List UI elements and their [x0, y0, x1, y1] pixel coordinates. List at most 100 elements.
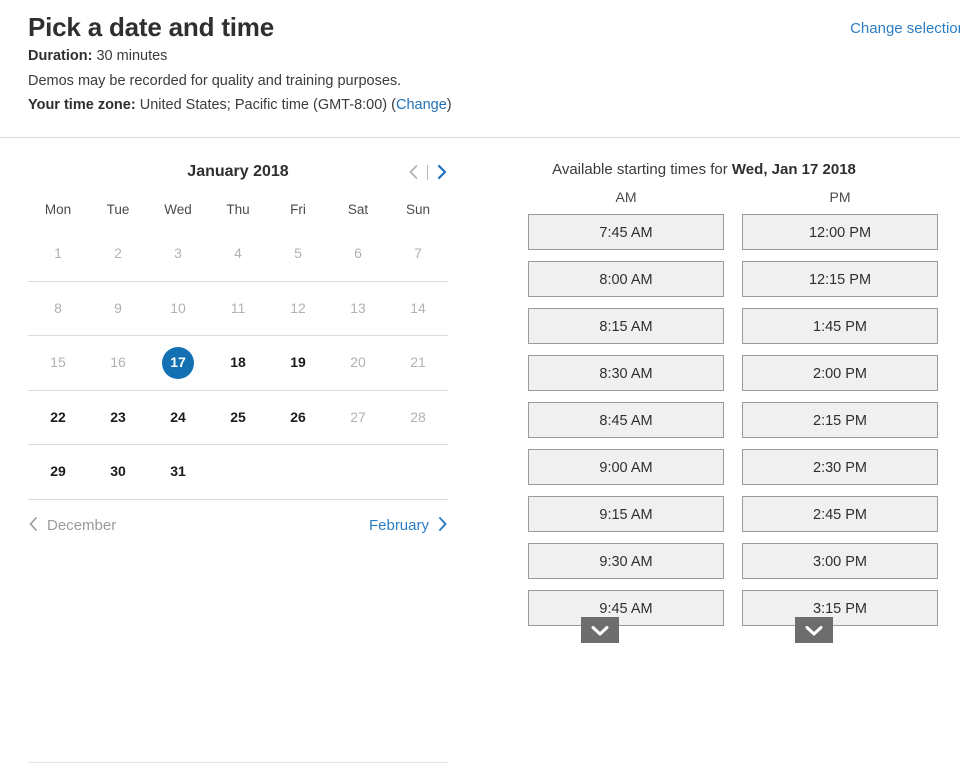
timezone-value: United States; Pacific time (GMT-8:00): [140, 97, 387, 113]
calendar-day: [268, 445, 328, 499]
page-header: Pick a date and time Duration: 30 minute…: [0, 0, 960, 118]
time-slot-button[interactable]: 3:15 PM: [742, 590, 938, 626]
calendar-day-selected[interactable]: 17: [148, 336, 208, 390]
calendar-day: 7: [388, 227, 448, 281]
calendar-day: 16: [88, 336, 148, 390]
calendar-day: 20: [328, 336, 388, 390]
calendar-day: 2: [88, 227, 148, 281]
calendar-day: [208, 445, 268, 499]
calendar-header: January 2018: [28, 152, 448, 192]
time-slot-button[interactable]: 2:15 PM: [742, 402, 938, 438]
calendar-day: 27: [328, 391, 388, 445]
calendar-day: 6: [328, 227, 388, 281]
calendar-day[interactable]: 22: [28, 391, 88, 445]
day-header: Thu: [208, 198, 268, 227]
calendar-day[interactable]: 24: [148, 391, 208, 445]
chevron-down-icon: [804, 624, 824, 637]
slot-list-am: 7:45 AM 8:00 AM 8:15 AM 8:30 AM 8:45 AM 9:00 …: [528, 214, 724, 626]
chevron-right-icon: [437, 516, 448, 536]
calendar-day: 11: [208, 282, 268, 336]
calendar-week-row: 22232425262728: [28, 390, 448, 445]
calendar-day[interactable]: 29: [28, 445, 88, 499]
timezone-line: Your time zone: United States; Pacific t…: [28, 93, 932, 118]
day-header: Sun: [388, 198, 448, 227]
next-month-button[interactable]: February: [369, 516, 448, 536]
calendar-week-row: 293031: [28, 444, 448, 499]
page-title: Pick a date and time: [28, 10, 932, 44]
calendar-day[interactable]: 18: [208, 336, 268, 390]
time-slot-button[interactable]: 9:00 AM: [528, 449, 724, 485]
day-header: Sat: [328, 198, 388, 227]
slot-list-pm: 12:00 PM 12:15 PM 1:45 PM 2:00 PM 2:15 PM 2:3…: [742, 214, 938, 626]
day-header: Fri: [268, 198, 328, 227]
times-columns: AM 7:45 AM 8:00 AM 8:15 AM 8:30 AM 8:45 AM 9:…: [470, 189, 960, 637]
day-header: Mon: [28, 198, 88, 227]
calendar-day: 1: [28, 227, 88, 281]
calendar-day: 9: [88, 282, 148, 336]
calendar-footer: December February: [28, 499, 448, 552]
calendar-day: 14: [388, 282, 448, 336]
calendar-day[interactable]: 26: [268, 391, 328, 445]
calendar-day: 8: [28, 282, 88, 336]
time-slot-button[interactable]: 9:15 AM: [528, 496, 724, 532]
times-column-am: AM 7:45 AM 8:00 AM 8:15 AM 8:30 AM 8:45 AM 9:…: [528, 189, 724, 637]
calendar-nav: [407, 163, 448, 181]
time-slot-button[interactable]: 12:00 PM: [742, 214, 938, 250]
calendar-day: 12: [268, 282, 328, 336]
calendar-day: 3: [148, 227, 208, 281]
time-slot-button[interactable]: 8:15 AM: [528, 308, 724, 344]
time-slot-button[interactable]: 2:45 PM: [742, 496, 938, 532]
calendar-day[interactable]: 31: [148, 445, 208, 499]
chevron-right-icon[interactable]: [435, 163, 448, 181]
calendar-panel: January 2018 Mon Tue Wed Thu Fri Sat Sun…: [28, 138, 448, 552]
chevron-left-icon[interactable]: [407, 163, 420, 181]
time-slot-button[interactable]: 12:15 PM: [742, 261, 938, 297]
calendar-day: 21: [388, 336, 448, 390]
times-panel: Available starting times for Wed, Jan 17…: [470, 138, 960, 643]
main-content: January 2018 Mon Tue Wed Thu Fri Sat Sun…: [0, 138, 960, 643]
nav-separator: [427, 165, 428, 180]
calendar-day: [388, 445, 448, 499]
time-slot-button[interactable]: 8:45 AM: [528, 402, 724, 438]
time-slot-button[interactable]: 9:45 AM: [528, 590, 724, 626]
prev-month-button[interactable]: December: [28, 516, 116, 536]
time-slot-button[interactable]: 2:00 PM: [742, 355, 938, 391]
next-month-label: February: [369, 517, 429, 534]
timezone-change-link[interactable]: Change: [396, 97, 447, 113]
duration-label: Duration:: [28, 48, 92, 64]
duration-line: Duration: 30 minutes: [28, 44, 932, 69]
duration-value: 30 minutes: [96, 48, 167, 64]
calendar-day: 5: [268, 227, 328, 281]
timezone-label: Your time zone:: [28, 97, 136, 113]
time-slot-button[interactable]: 9:30 AM: [528, 543, 724, 579]
time-slot-button[interactable]: 3:00 PM: [742, 543, 938, 579]
calendar-day: [328, 445, 388, 499]
scroll-down-button-am[interactable]: [581, 617, 619, 643]
calendar-grid: 1234567891011121314151617181920212223242…: [28, 227, 448, 499]
calendar-day[interactable]: 23: [88, 391, 148, 445]
calendar-day: 4: [208, 227, 268, 281]
column-label-am: AM: [528, 189, 724, 214]
chevron-left-icon: [28, 516, 39, 536]
calendar-day[interactable]: 30: [88, 445, 148, 499]
calendar-day[interactable]: 19: [268, 336, 328, 390]
times-column-pm: PM 12:00 PM12:15 PM1:45 PM2:00 PM2:15 PM…: [742, 189, 938, 637]
prev-month-label: December: [47, 517, 116, 534]
change-selection-link[interactable]: Change selection: [850, 20, 960, 37]
calendar-day[interactable]: 25: [208, 391, 268, 445]
time-slot-button[interactable]: 8:00 AM: [528, 261, 724, 297]
time-slot-button[interactable]: 8:30 AM: [528, 355, 724, 391]
calendar-week-row: 1516 17 18192021: [28, 335, 448, 390]
calendar-month-title: January 2018: [187, 163, 288, 181]
time-slot-button[interactable]: 1:45 PM: [742, 308, 938, 344]
time-slot-button[interactable]: 2:30 PM: [742, 449, 938, 485]
time-slot-button[interactable]: 7:45 AM: [528, 214, 724, 250]
calendar-week-row: 891011121314: [28, 281, 448, 336]
scroll-down-button-pm[interactable]: [795, 617, 833, 643]
calendar-day: 15: [28, 336, 88, 390]
calendar-day-label: 17: [170, 354, 186, 370]
timezone-paren-close: ): [447, 97, 452, 113]
day-header: Tue: [88, 198, 148, 227]
calendar-day-headers: Mon Tue Wed Thu Fri Sat Sun: [28, 198, 448, 227]
calendar-day: 28: [388, 391, 448, 445]
